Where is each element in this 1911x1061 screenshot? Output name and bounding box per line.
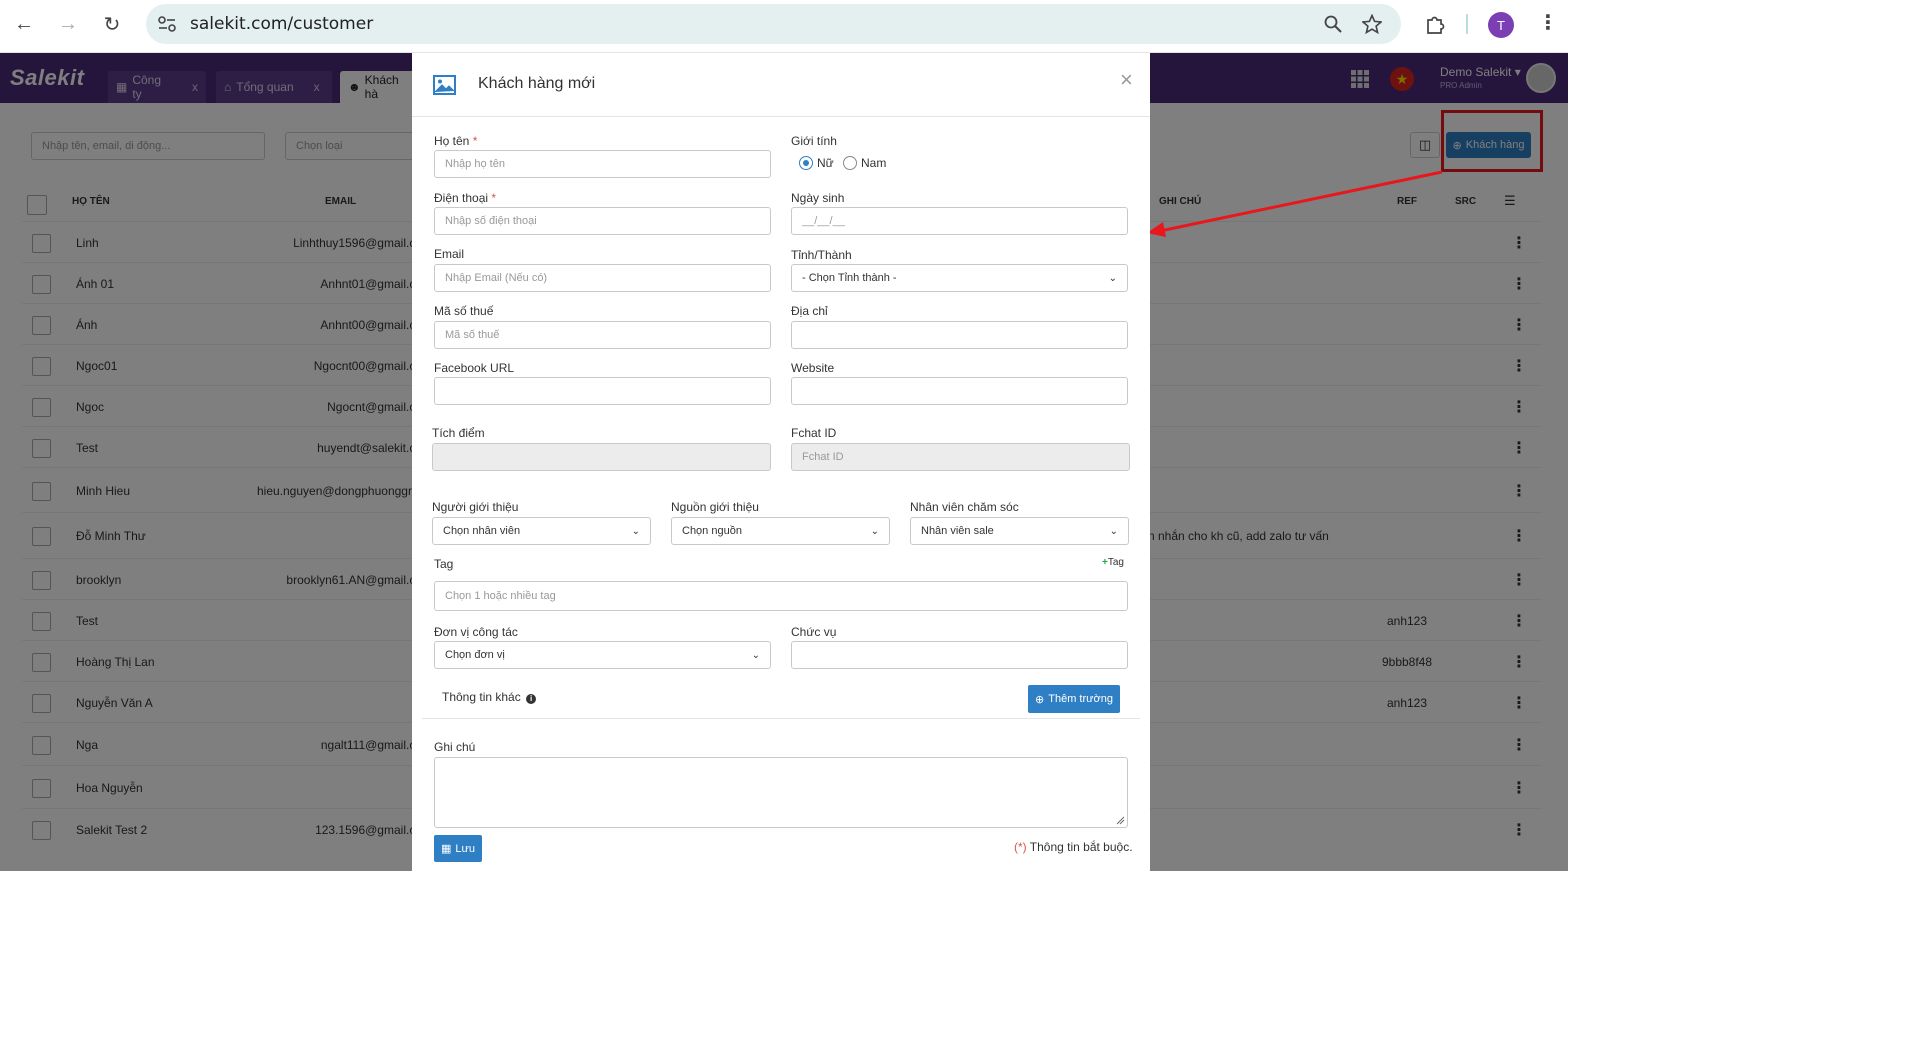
info-icon[interactable]: i: [526, 694, 537, 704]
modal-title: Khách hàng mới: [478, 75, 596, 92]
ma-so-thue-input[interactable]: Mã số thuế: [434, 321, 771, 349]
nguon-gioi-thieu-value: Chọn nguồn: [682, 525, 742, 537]
chevron-down-icon: ⌄: [751, 649, 760, 661]
chevron-down-icon: ⌄: [1108, 272, 1117, 284]
label-ngay-sinh: Ngày sinh: [791, 191, 845, 205]
facebook-input[interactable]: [434, 377, 771, 405]
ho-ten-input[interactable]: Nhập họ tên: [434, 150, 771, 178]
ngay-sinh-input[interactable]: __/__/__: [791, 207, 1128, 235]
save-button[interactable]: ▦ Lưu: [434, 835, 482, 862]
email-input[interactable]: Nhập Email (Nếu có): [434, 264, 771, 292]
profile-avatar[interactable]: T: [1488, 12, 1514, 38]
nhan-vien-value: Nhân viên sale: [921, 525, 994, 537]
tag-input[interactable]: Chọn 1 hoặc nhiều tag: [434, 581, 1128, 611]
save-label: Lưu: [455, 842, 475, 855]
label-tich-diem: Tích điểm: [432, 426, 485, 440]
plus-circle-icon: ⊕: [1035, 693, 1045, 706]
close-icon[interactable]: ×: [1120, 67, 1133, 93]
label-nhan-vien: Nhân viên chăm sóc: [910, 500, 1019, 514]
chevron-down-icon: ⌄: [870, 525, 879, 537]
new-customer-modal: Khách hàng mới × Họ tên * Nhập họ tên Gi…: [412, 53, 1150, 871]
extensions-icon[interactable]: [1424, 13, 1446, 35]
label-email: Email: [434, 247, 465, 261]
dia-chi-input[interactable]: [791, 321, 1128, 349]
zoom-icon[interactable]: [1324, 15, 1342, 33]
label-ghi-chu: Ghi chú: [434, 740, 476, 754]
nguon-gioi-thieu-select[interactable]: Chọn nguồn ⌄: [671, 517, 890, 545]
resize-handle-icon[interactable]: [1116, 816, 1125, 825]
dien-thoai-input[interactable]: Nhập số điện thoại: [434, 207, 771, 235]
nguoi-gioi-thieu-select[interactable]: Chọn nhân viên ⌄: [432, 517, 651, 545]
forward-arrow-icon[interactable]: →: [54, 10, 82, 38]
nguoi-gioi-thieu-value: Chọn nhân viên: [443, 525, 521, 537]
chevron-down-icon: ⌄: [1109, 525, 1118, 537]
floppy-disk-icon: ▦: [440, 843, 452, 855]
chuc-vu-input[interactable]: [791, 641, 1128, 669]
fchat-input: Fchat ID: [791, 443, 1130, 471]
label-fchat: Fchat ID: [791, 426, 837, 440]
label-gioi-tinh: Giới tính: [791, 134, 837, 148]
label-dia-chi: Địa chỉ: [791, 304, 828, 318]
browser-toolbar: ← → ↻ salekit.com/customer T ⋮: [0, 0, 1568, 53]
label-facebook: Facebook URL: [434, 361, 515, 375]
website-input[interactable]: [791, 377, 1128, 405]
label-nam: Nam: [861, 156, 887, 170]
label-chuc-vu: Chức vụ: [791, 625, 837, 639]
add-field-button[interactable]: ⊕ Thêm trường: [1028, 685, 1120, 713]
label-ho-ten: Họ tên *: [434, 134, 478, 148]
label-ma-so-thue: Mã số thuế: [434, 304, 494, 318]
modal-header: Khách hàng mới ×: [412, 53, 1150, 117]
ghi-chu-textarea[interactable]: [434, 757, 1128, 828]
radio-nu[interactable]: [799, 156, 813, 170]
label-tag: Tag: [434, 557, 454, 571]
tinh-thanh-value: - Chọn Tỉnh thành -: [802, 272, 897, 284]
site-settings-icon[interactable]: [158, 16, 176, 32]
browser-menu-icon[interactable]: ⋮: [1538, 10, 1558, 35]
address-bar[interactable]: salekit.com/customer: [146, 4, 1401, 44]
label-nguon-gioi-thieu: Nguồn giới thiệu: [671, 500, 759, 514]
section-divider: [422, 718, 1140, 719]
label-thong-tin-khac: Thông tin khác i: [442, 690, 537, 704]
label-website: Website: [791, 361, 835, 375]
reload-icon[interactable]: ↻: [98, 10, 126, 38]
add-tag-link[interactable]: +Tag: [1102, 557, 1124, 568]
label-tinh-thanh: Tỉnh/Thành: [791, 248, 852, 262]
chevron-down-icon: ⌄: [631, 525, 640, 537]
label-nu: Nữ: [817, 156, 834, 170]
don-vi-select[interactable]: Chọn đơn vị ⌄: [434, 641, 771, 669]
tich-diem-input: [432, 443, 771, 471]
don-vi-value: Chọn đơn vị: [445, 649, 505, 661]
add-field-label: Thêm trường: [1048, 693, 1113, 705]
url-text: salekit.com/customer: [190, 14, 374, 34]
required-note: (*) Thông tin bắt buộc.: [1014, 840, 1133, 854]
label-don-vi: Đơn vị công tác: [434, 625, 518, 639]
tinh-thanh-select[interactable]: - Chọn Tỉnh thành - ⌄: [791, 264, 1128, 292]
toolbar-divider: [1466, 14, 1468, 34]
label-nguoi-gioi-thieu: Người giới thiệu: [432, 500, 519, 514]
label-dien-thoai: Điện thoại *: [434, 191, 497, 205]
image-icon: [433, 75, 456, 95]
bookmark-star-icon[interactable]: [1362, 14, 1382, 34]
radio-nam[interactable]: [843, 156, 857, 170]
back-arrow-icon[interactable]: ←: [10, 10, 38, 38]
nhan-vien-select[interactable]: Nhân viên sale ⌄: [910, 517, 1129, 545]
